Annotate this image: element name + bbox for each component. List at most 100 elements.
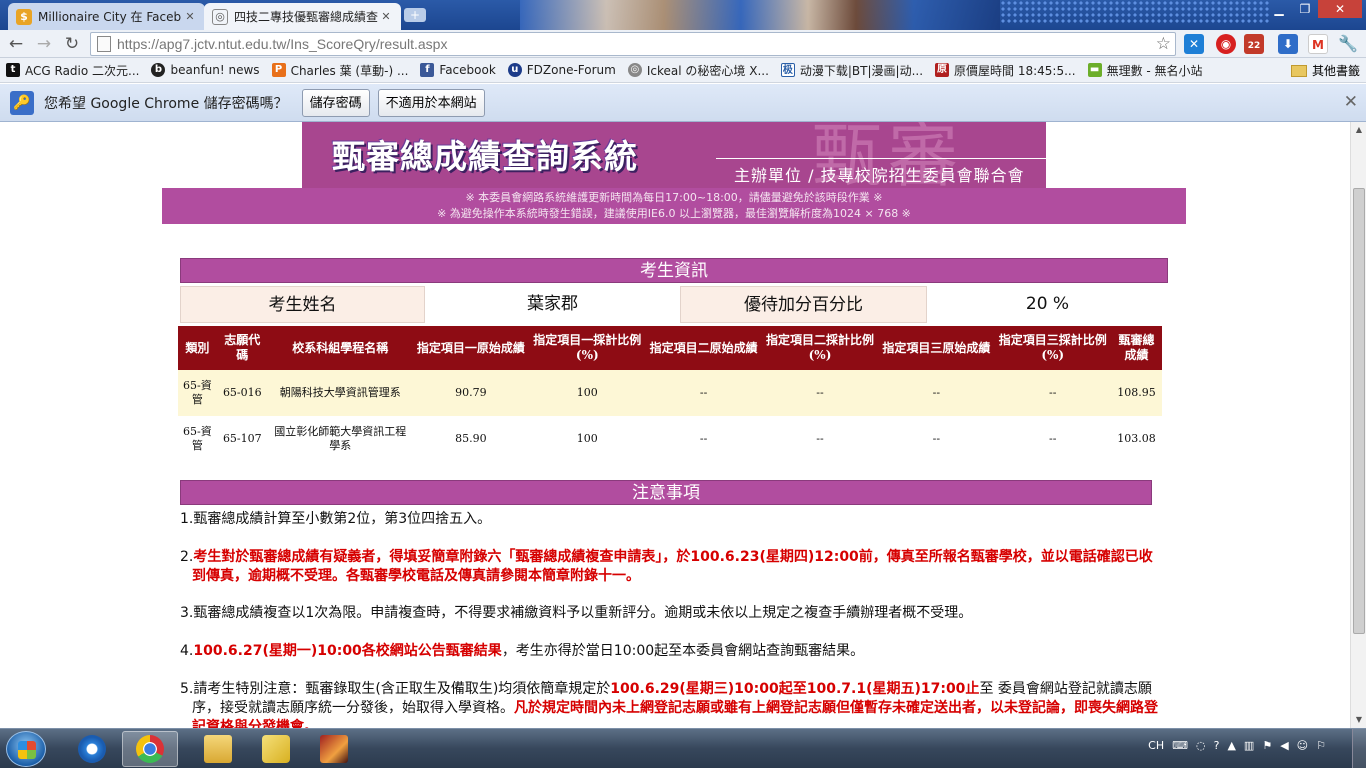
column-header: 指定項目二原始成績 [645,326,762,370]
tray-expand-icon[interactable]: ▲ [1227,739,1235,752]
back-icon[interactable]: ← [5,33,27,55]
table-cell: 朝陽科技大學資訊管理系 [267,370,413,416]
facebook-icon: f [420,63,435,77]
start-button[interactable] [6,731,46,767]
bookmark-item[interactable]: t ACG Radio 二次元... [6,62,139,79]
extension-icon[interactable]: ✕ [1184,34,1204,54]
column-header: 指定項目二採計比例(%) [761,326,879,370]
notice-line: ※ 為避免操作本系統時發生錯誤，建議使用IE6.0 以上瀏覽器，最佳瀏覽解析度為… [437,207,911,220]
scroll-thumb[interactable] [1353,188,1365,634]
wretch-icon: ▬ [1087,63,1102,77]
bookmark-item[interactable]: ◎ Ickeal の秘密心境 X... [627,62,769,79]
language-indicator[interactable]: CH [1148,739,1164,752]
note-item: 5.請考生特別注意：甄審錄取生(含正取生及備取生)均須依簡章規定於100.6.2… [180,680,1160,728]
bookmark-label: 动漫下载|BT|漫画|动... [799,63,924,78]
table-row: 65-資管 65-016 朝陽科技大學資訊管理系 90.79 100 -- --… [178,370,1162,416]
adblock-icon[interactable]: ◉ [1216,34,1236,54]
keyboard-icon[interactable]: ⌨ [1172,739,1188,752]
close-infobar-icon[interactable]: ✕ [1344,92,1358,112]
close-window-icon[interactable]: ✕ [1318,0,1362,18]
other-bookmarks[interactable]: 其他書籤 [1290,62,1360,79]
minimize-icon[interactable]: ▁ [1266,0,1292,18]
beanfun-icon: b [151,63,166,77]
messenger-icon[interactable]: ☺ [1297,739,1308,752]
table-cell: -- [994,370,1111,416]
taskbar-app[interactable] [248,731,304,767]
bookmark-item[interactable]: b beanfun! news [151,63,260,77]
scroll-down-icon[interactable]: ▼ [1351,712,1366,728]
game-icon [320,735,348,763]
theme-artwork [520,0,1000,30]
name-label: 考生姓名 [180,286,425,323]
column-header: 指定項目三採計比例(%) [994,326,1111,370]
show-desktop-button[interactable] [1352,729,1366,768]
app-icon [262,735,290,763]
organizer-text: 主辦單位 / 技專校院招生委員會聯合會 [734,166,1025,185]
system-tray: CH ⌨ ◌ ? ▲ ▥ ⚑ ◀ ☺ ⚐ [1140,739,1326,752]
bonus-label: 優待加分百分比 [680,286,927,323]
bookmark-item[interactable]: f Facebook [420,63,496,77]
taskbar-ie[interactable] [64,731,120,767]
save-password-button[interactable]: 儲存密碼 [301,88,370,117]
name-value: 葉家郡 [527,294,578,314]
tab-score-query[interactable]: ◎ 四技二專技優甄審總成績查 ✕ [204,3,401,30]
new-tab-button[interactable]: + [404,8,426,22]
network-icon[interactable]: ▥ [1244,739,1254,752]
table-row: 65-資管 65-107 國立彰化師範大學資訊工程學系 85.90 100 --… [178,416,1162,462]
bookmark-label: ACG Radio 二次元... [25,63,140,78]
infobar-message: 您希望 Google Chrome 儲存密碼嗎？ [44,95,288,112]
fdzone-icon: u [507,63,522,77]
page-content: 甄審 甄審總成績查詢系統 主辦單位 / 技專校院招生委員會聯合會 ※ 本委員會網… [0,122,1350,728]
score-table: 類別 志願代碼 校系科組學程名稱 指定項目一原始成績 指定項目一採計比例(%) … [178,326,1162,462]
chrome-icon [136,735,164,763]
bookmarks-bar: t ACG Radio 二次元... b beanfun! news P Charle… [0,58,1366,83]
forward-icon[interactable]: → [33,33,55,55]
table-cell: 85.90 [455,432,487,445]
note-text: 5.請考生特別注意：甄審錄取生(含正取生及備取生)均須依簡章規定於 [180,681,611,697]
wrench-icon[interactable]: 🔧 [1338,34,1358,54]
maximize-icon[interactable]: ❐ [1292,0,1318,18]
candidate-info-row: 考生姓名 葉家郡 優待加分百分比 20 % [180,286,1168,323]
globe-icon: ◎ [627,63,642,77]
gmail-icon[interactable]: M [1308,34,1328,54]
table-cell: 65-107 [222,432,262,445]
browser-toolbar: ← → ↻ https://apg7.jctv.ntut.edu.tw/Ins_… [0,30,1366,58]
note-item: 2.考生對於甄審總成績有疑義者，得填妥簡章附錄六「甄審總成績複查申請表」，於10… [180,548,1160,586]
bookmark-star-icon[interactable]: ☆ [1156,34,1171,54]
tab-millionaire-city[interactable]: $ Millionaire City 在 Faceb ✕ [8,3,205,30]
download-icon[interactable]: ⬇ [1278,34,1298,54]
extension-badge-icon[interactable]: 22 [1244,34,1264,54]
table-cell: 100 [576,432,598,445]
scroll-up-icon[interactable]: ▲ [1351,122,1366,138]
note-text: ，考生亦得於當日10:00起至本委員會網站查詢甄審結果。 [501,643,865,659]
taskbar-chrome[interactable] [122,731,178,767]
column-header: 類別 [178,326,217,370]
close-tab-icon[interactable]: ✕ [379,10,393,23]
section-header-notes: 注意事項 [180,480,1152,505]
security-icon[interactable]: ⚑ [1262,739,1272,752]
dmhy-icon: 极 [780,63,795,77]
column-header: 甄審總成績 [1110,326,1162,370]
help-icon[interactable]: ? [1214,739,1220,752]
taskbar-explorer[interactable] [190,731,246,767]
bookmark-item[interactable]: 极动漫下载|BT|漫画|动... [780,62,924,79]
never-save-button[interactable]: 不適用於本網站 [377,88,485,117]
flag-icon[interactable]: ⚐ [1316,739,1326,752]
tab-title: 四技二專技優甄審總成績查 [234,10,379,24]
table-cell: 65-016 [216,370,268,416]
reload-icon[interactable]: ↻ [61,33,83,55]
vertical-scrollbar[interactable]: ▲ ▼ [1350,122,1366,728]
taskbar-game[interactable] [306,731,362,767]
globe-icon: ◎ [212,8,228,25]
banner-divider [716,158,1046,159]
bookmark-item[interactable]: P Charles 葉 (草動-) ... [271,62,408,79]
address-bar[interactable]: https://apg7.jctv.ntut.edu.tw/Ins_ScoreQ… [90,32,1176,56]
note-item: 1.甄審總成績計算至小數第2位，第3位四捨五入。 [180,511,492,527]
bookmark-item[interactable]: u FDZone-Forum [507,63,616,77]
bookmark-item[interactable]: ▬ 無理數 - 無名小站 [1087,62,1203,79]
volume-icon[interactable]: ◀ [1280,739,1288,752]
close-tab-icon[interactable]: ✕ [183,10,197,23]
ime-icon[interactable]: ◌ [1196,739,1206,752]
bookmark-item[interactable]: 原原價屋時間 18:45:5... [935,62,1076,79]
column-header: 志願代碼 [216,326,268,370]
